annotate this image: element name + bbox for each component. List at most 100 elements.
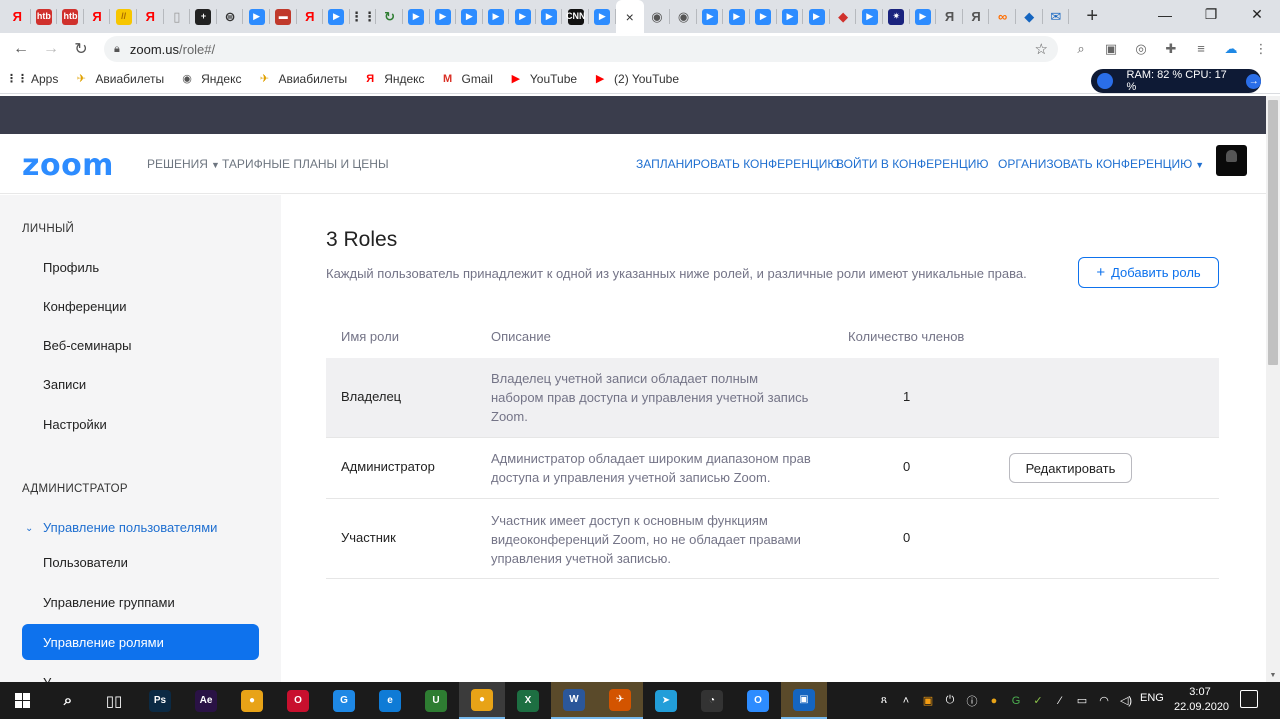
browser-tab-13[interactable]: ⋮⋮ (350, 0, 377, 33)
clock[interactable]: 3:07 22.09.2020 (1174, 685, 1229, 715)
tray-app-icon[interactable]: ▣ (920, 693, 936, 709)
browser-tab-9[interactable]: ▶ (243, 0, 270, 33)
taskbar-app-app-speed[interactable]: ◔ (689, 682, 735, 719)
tray-chrome-icon[interactable]: ● (986, 693, 1002, 709)
tray-info-icon[interactable]: ⓘ (964, 693, 980, 709)
tray-g-icon[interactable]: G (1008, 693, 1024, 709)
browser-tab-after-2[interactable]: ▶ (697, 0, 724, 33)
sidebar-item-webinars[interactable]: Веб-семинары (43, 338, 131, 353)
zoom-logo[interactable]: zoom (22, 148, 114, 183)
browser-tab-20[interactable]: ▶ (536, 0, 563, 33)
table-row[interactable]: Участник Участник имеет доступ к основны… (326, 499, 1219, 579)
browser-tab-after-11[interactable]: Я (936, 0, 963, 33)
tray-slash-icon[interactable]: ⁄ (1052, 693, 1068, 709)
browser-tab-12[interactable]: ▶ (323, 0, 350, 33)
browser-tab-4[interactable]: // (110, 0, 137, 33)
browser-tab-after-15[interactable]: ✉ (1043, 0, 1070, 33)
add-role-button[interactable]: + Добавить роль (1078, 257, 1219, 288)
bookmark-item[interactable]: ◉ Яндекс (180, 72, 241, 86)
tray-chevron-icon[interactable]: ˄ (898, 693, 914, 709)
sidebar-item-user-management[interactable]: Управление пользователями (43, 520, 217, 535)
restore-icon[interactable]: ❐ (1188, 0, 1234, 29)
browser-tab-active[interactable]: × (615, 0, 644, 33)
browser-tab-19[interactable]: ▶ (509, 0, 536, 33)
tray-power-icon[interactable]: ⏻ (942, 693, 958, 709)
taskbar-app-telegram[interactable]: ➤ (643, 682, 689, 719)
scrollbar-thumb[interactable] (1268, 100, 1278, 365)
sidebar-item-settings[interactable]: Настройки (43, 417, 107, 432)
address-bar[interactable]: 🔒︎ zoom.us/role#/ ☆ (104, 36, 1058, 62)
browser-tab-after-4[interactable]: ▶ (750, 0, 777, 33)
tab-close-icon[interactable]: × (626, 9, 634, 25)
browser-tab-11[interactable]: Я (297, 0, 324, 33)
reload-icon[interactable]: ↻ (66, 34, 96, 64)
browser-tab-6[interactable]: ▯ (164, 0, 191, 33)
browser-tab-14[interactable]: ↻ (376, 0, 403, 33)
sidebar-item-recordings[interactable]: Записи (43, 377, 86, 392)
bookmark-star-icon[interactable]: ☆ (1035, 40, 1048, 58)
browser-tab-after-6[interactable]: ▶ (803, 0, 830, 33)
taskbar-app-edge[interactable]: e (367, 682, 413, 719)
bookmark-item[interactable]: Я Яндекс (363, 72, 424, 86)
volume-icon[interactable]: ◁) (1118, 693, 1134, 709)
taskbar-app-app-u[interactable]: U (413, 682, 459, 719)
battery-icon[interactable]: ▭ (1074, 693, 1090, 709)
browser-tab-5[interactable]: Я (137, 0, 164, 33)
nav-solutions[interactable]: РЕШЕНИЯ ▼ (147, 157, 220, 171)
extension-search-icon[interactable]: ⌕ (1068, 36, 1094, 62)
people-icon[interactable]: ጸ (876, 693, 892, 709)
forward-icon[interactable]: → (36, 34, 66, 64)
table-row[interactable]: Администратор Администратор обладает шир… (326, 438, 1219, 499)
browser-tab-1[interactable]: htb (31, 0, 58, 33)
browser-tab-2[interactable]: htb (57, 0, 84, 33)
taskbar-app-app-screen[interactable]: ▣ (781, 682, 827, 719)
wifi-icon[interactable]: ◠ (1096, 693, 1112, 709)
browser-tab-after-5[interactable]: ▶ (777, 0, 804, 33)
extension-globe-icon[interactable]: ◎ (1128, 36, 1154, 62)
chevron-down-icon[interactable]: ⌄ (25, 523, 33, 534)
sidebar-item-meetings[interactable]: Конференции (43, 299, 127, 314)
scroll-down-icon[interactable]: ▼ (1266, 668, 1280, 682)
avatar[interactable] (1216, 145, 1247, 176)
taskbar-app-app-g[interactable]: G (321, 682, 367, 719)
taskbar-app-after-effects[interactable]: Ae (183, 682, 229, 719)
taskbar-app-chrome[interactable]: ● (229, 682, 275, 719)
start-button[interactable] (0, 682, 45, 719)
back-icon[interactable]: ← (6, 34, 36, 64)
sidebar-item-partial[interactable]: У (43, 675, 51, 682)
browser-tab-17[interactable]: ▶ (456, 0, 483, 33)
nav-join[interactable]: ВОЙТИ В КОНФЕРЕНЦИЮ (836, 157, 988, 171)
browser-tab-3[interactable]: Я (84, 0, 111, 33)
browser-tab-15[interactable]: ▶ (403, 0, 430, 33)
menu-dots-icon[interactable]: ⋮ (1248, 36, 1274, 62)
edit-role-button[interactable]: Редактировать (1009, 453, 1132, 483)
sidebar-item-roles[interactable]: Управление ролями (22, 624, 259, 660)
taskbar-app-app-zoom[interactable]: O (735, 682, 781, 719)
browser-tab-after-7[interactable]: ◆ (830, 0, 857, 33)
browser-tab-after-1[interactable]: ◉ (670, 0, 697, 33)
taskbar-app-search[interactable]: ⌕ (45, 682, 91, 719)
browser-tab-10[interactable]: ▬ (270, 0, 297, 33)
table-row[interactable]: Владелец Владелец учетной записи обладае… (326, 358, 1219, 438)
browser-tab-after-8[interactable]: ▶ (856, 0, 883, 33)
reading-list-icon[interactable]: ≡ (1188, 36, 1214, 62)
bookmark-item[interactable]: ▶ YouTube (509, 72, 577, 86)
new-tab-button[interactable]: + (1077, 0, 1107, 33)
sidebar-item-users[interactable]: Пользователи (43, 555, 128, 570)
taskbar-app-chrome-active[interactable]: ● (459, 682, 505, 719)
resource-monitor[interactable]: RAM: 82 % CPU: 17 % → (1091, 69, 1261, 93)
language-indicator[interactable]: ENG (1140, 692, 1164, 704)
extension-box-icon[interactable]: ▣ (1098, 36, 1124, 62)
tray-check-icon[interactable]: ✓ (1030, 693, 1046, 709)
browser-tab-after-0[interactable]: ◉ (644, 0, 671, 33)
nav-plans[interactable]: ТАРИФНЫЕ ПЛАНЫ И ЦЕНЫ (222, 157, 389, 171)
bookmark-item[interactable]: ▶ (2) YouTube (593, 72, 679, 86)
minimize-icon[interactable]: — (1142, 0, 1188, 29)
bookmark-item[interactable]: ✈ Авиабилеты (257, 72, 347, 86)
browser-tab-after-13[interactable]: ∞ (989, 0, 1016, 33)
taskbar-app-excel[interactable]: X (505, 682, 551, 719)
close-window-icon[interactable]: ✕ (1234, 0, 1280, 29)
taskbar-app-photoshop[interactable]: Ps (137, 682, 183, 719)
bookmark-item[interactable]: M Gmail (441, 72, 493, 86)
sidebar-item-groups[interactable]: Управление группами (43, 595, 175, 610)
